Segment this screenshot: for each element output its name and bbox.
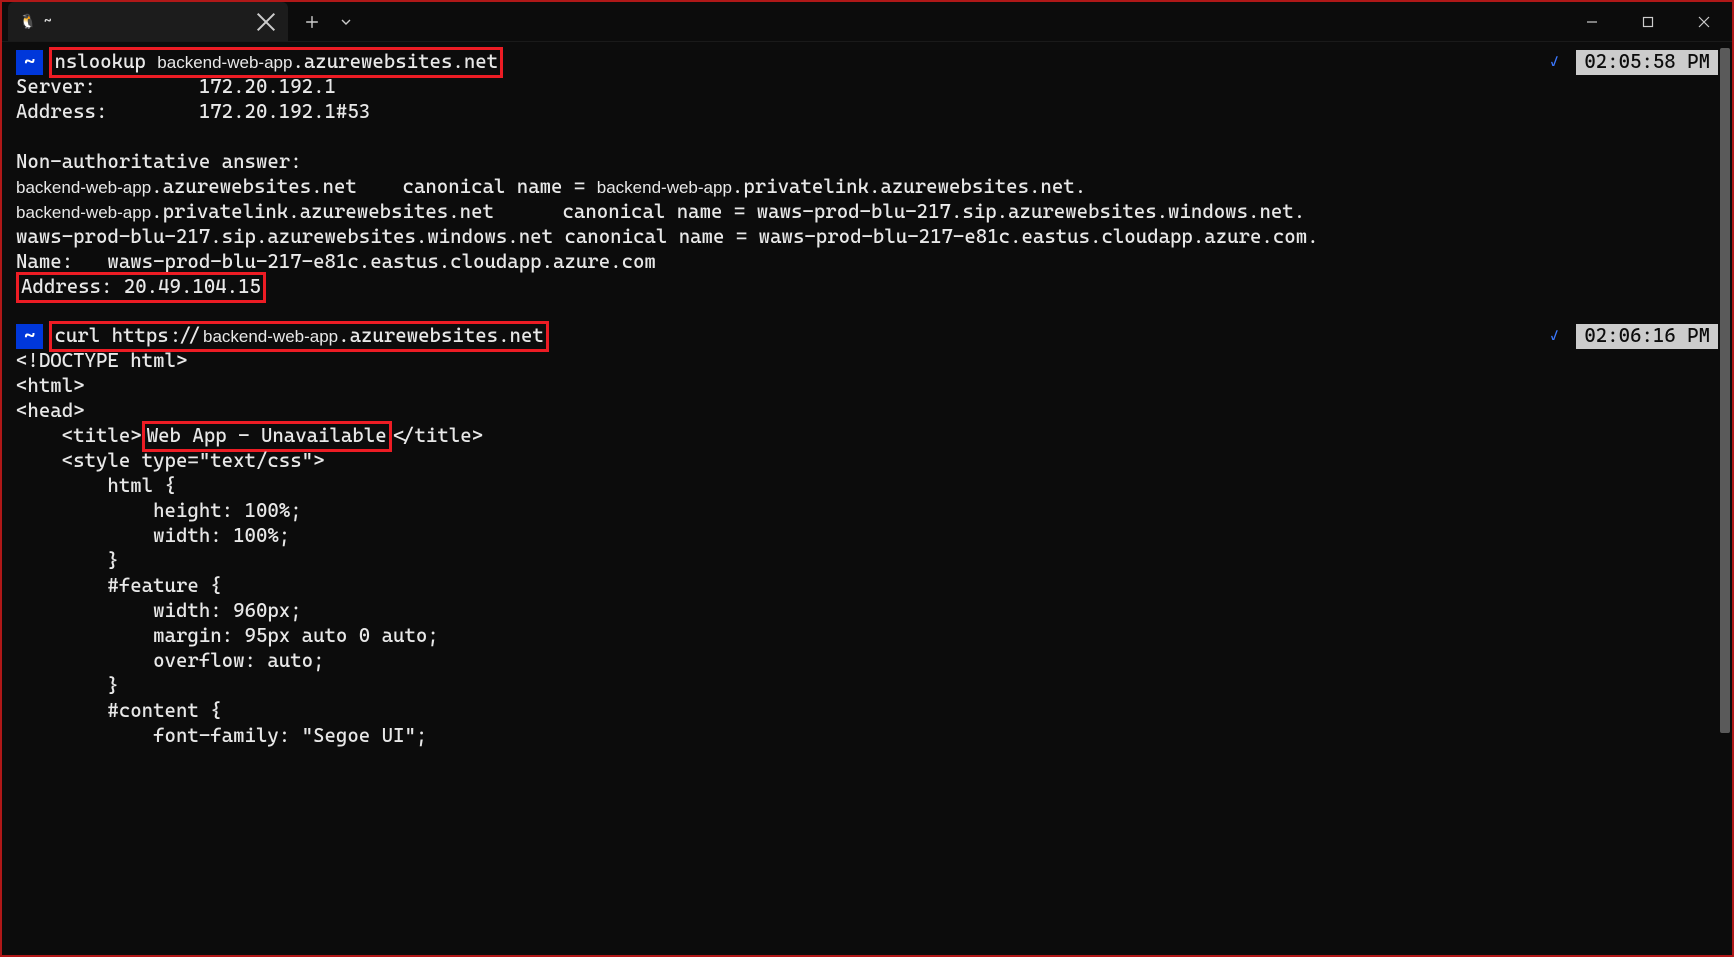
prompt-path: ~ <box>16 50 43 75</box>
check-icon: ✓ <box>1550 328 1558 346</box>
maximize-button[interactable] <box>1620 2 1676 41</box>
cmd-text-suffix: .azurewebsites.net <box>338 324 544 347</box>
highlight-resolved-address: Address: 20.49.104.15 <box>16 272 266 303</box>
output-line: } <box>16 674 1718 699</box>
prompt-line-1: ~ nslookup backend-web-app.azurewebsites… <box>16 50 1718 75</box>
minimize-button[interactable] <box>1564 2 1620 41</box>
timestamp: 02:05:58 PM <box>1576 50 1718 75</box>
output-line: <!DOCTYPE html> <box>16 349 1718 374</box>
hostname-placeholder: backend-web-app <box>157 53 292 72</box>
tab-strip: 🐧 ~ <box>2 2 1564 41</box>
output-line: font-family: "Segoe UI"; <box>16 724 1718 749</box>
cmd-text: curl https:// <box>54 324 203 347</box>
output-line: <style type="text/css"> <box>16 449 1718 474</box>
output-line: overflow: auto; <box>16 649 1718 674</box>
cmd-text: nslookup <box>54 50 157 73</box>
highlight-nslookup-cmd: nslookup backend-web-app.azurewebsites.n… <box>49 47 503 78</box>
scrollbar-thumb[interactable] <box>1720 48 1730 733</box>
output-line: backend-web-app.privatelink.azurewebsite… <box>16 200 1718 225</box>
output-line: height: 100%; <box>16 499 1718 524</box>
scrollbar[interactable] <box>1718 42 1732 955</box>
prompt-line-2: ~ curl https://backend-web-app.azurewebs… <box>16 324 1718 349</box>
output-line: #feature { <box>16 574 1718 599</box>
timestamp: 02:06:16 PM <box>1576 324 1718 349</box>
title-bar: 🐧 ~ <box>2 2 1732 42</box>
output-line: width: 960px; <box>16 599 1718 624</box>
output-line: <html> <box>16 374 1718 399</box>
output-line: } <box>16 549 1718 574</box>
output-line: Server: 172.20.192.1 <box>16 75 1718 100</box>
close-tab-button[interactable] <box>256 12 276 32</box>
hostname-placeholder: backend-web-app <box>203 327 338 346</box>
output-line: html { <box>16 474 1718 499</box>
highlight-curl-cmd: curl https://backend-web-app.azurewebsit… <box>49 321 548 352</box>
new-tab-button[interactable] <box>296 6 328 38</box>
output-line: Address: 172.20.192.1#53 <box>16 100 1718 125</box>
output-line: Address: 20.49.104.15 <box>16 275 1718 300</box>
output-line: Non-authoritative answer: <box>16 150 1718 175</box>
tab-dropdown-button[interactable] <box>330 6 362 38</box>
check-icon: ✓ <box>1550 54 1558 72</box>
output-line: margin: 95px auto 0 auto; <box>16 624 1718 649</box>
output-line: waws-prod-blu-217.sip.azurewebsites.wind… <box>16 225 1718 250</box>
output-line: <title>Web App - Unavailable</title> <box>16 424 1718 449</box>
cmd-text-suffix: .azurewebsites.net <box>292 50 498 73</box>
output-line: #content { <box>16 699 1718 724</box>
tab-active[interactable]: 🐧 ~ <box>8 2 288 41</box>
output-line: backend-web-app.azurewebsites.net canoni… <box>16 175 1718 200</box>
highlight-title-unavailable: Web App - Unavailable <box>142 421 392 452</box>
terminal-window: 🐧 ~ <box>2 2 1732 955</box>
close-window-button[interactable] <box>1676 2 1732 41</box>
output-line: width: 100%; <box>16 524 1718 549</box>
penguin-icon: 🐧 <box>20 14 36 30</box>
output-line: Name: waws-prod-blu-217-e81c.eastus.clou… <box>16 250 1718 275</box>
tab-title: ~ <box>44 14 248 29</box>
prompt-path: ~ <box>16 324 43 349</box>
window-controls <box>1564 2 1732 41</box>
terminal-body[interactable]: ~ nslookup backend-web-app.azurewebsites… <box>2 42 1732 955</box>
